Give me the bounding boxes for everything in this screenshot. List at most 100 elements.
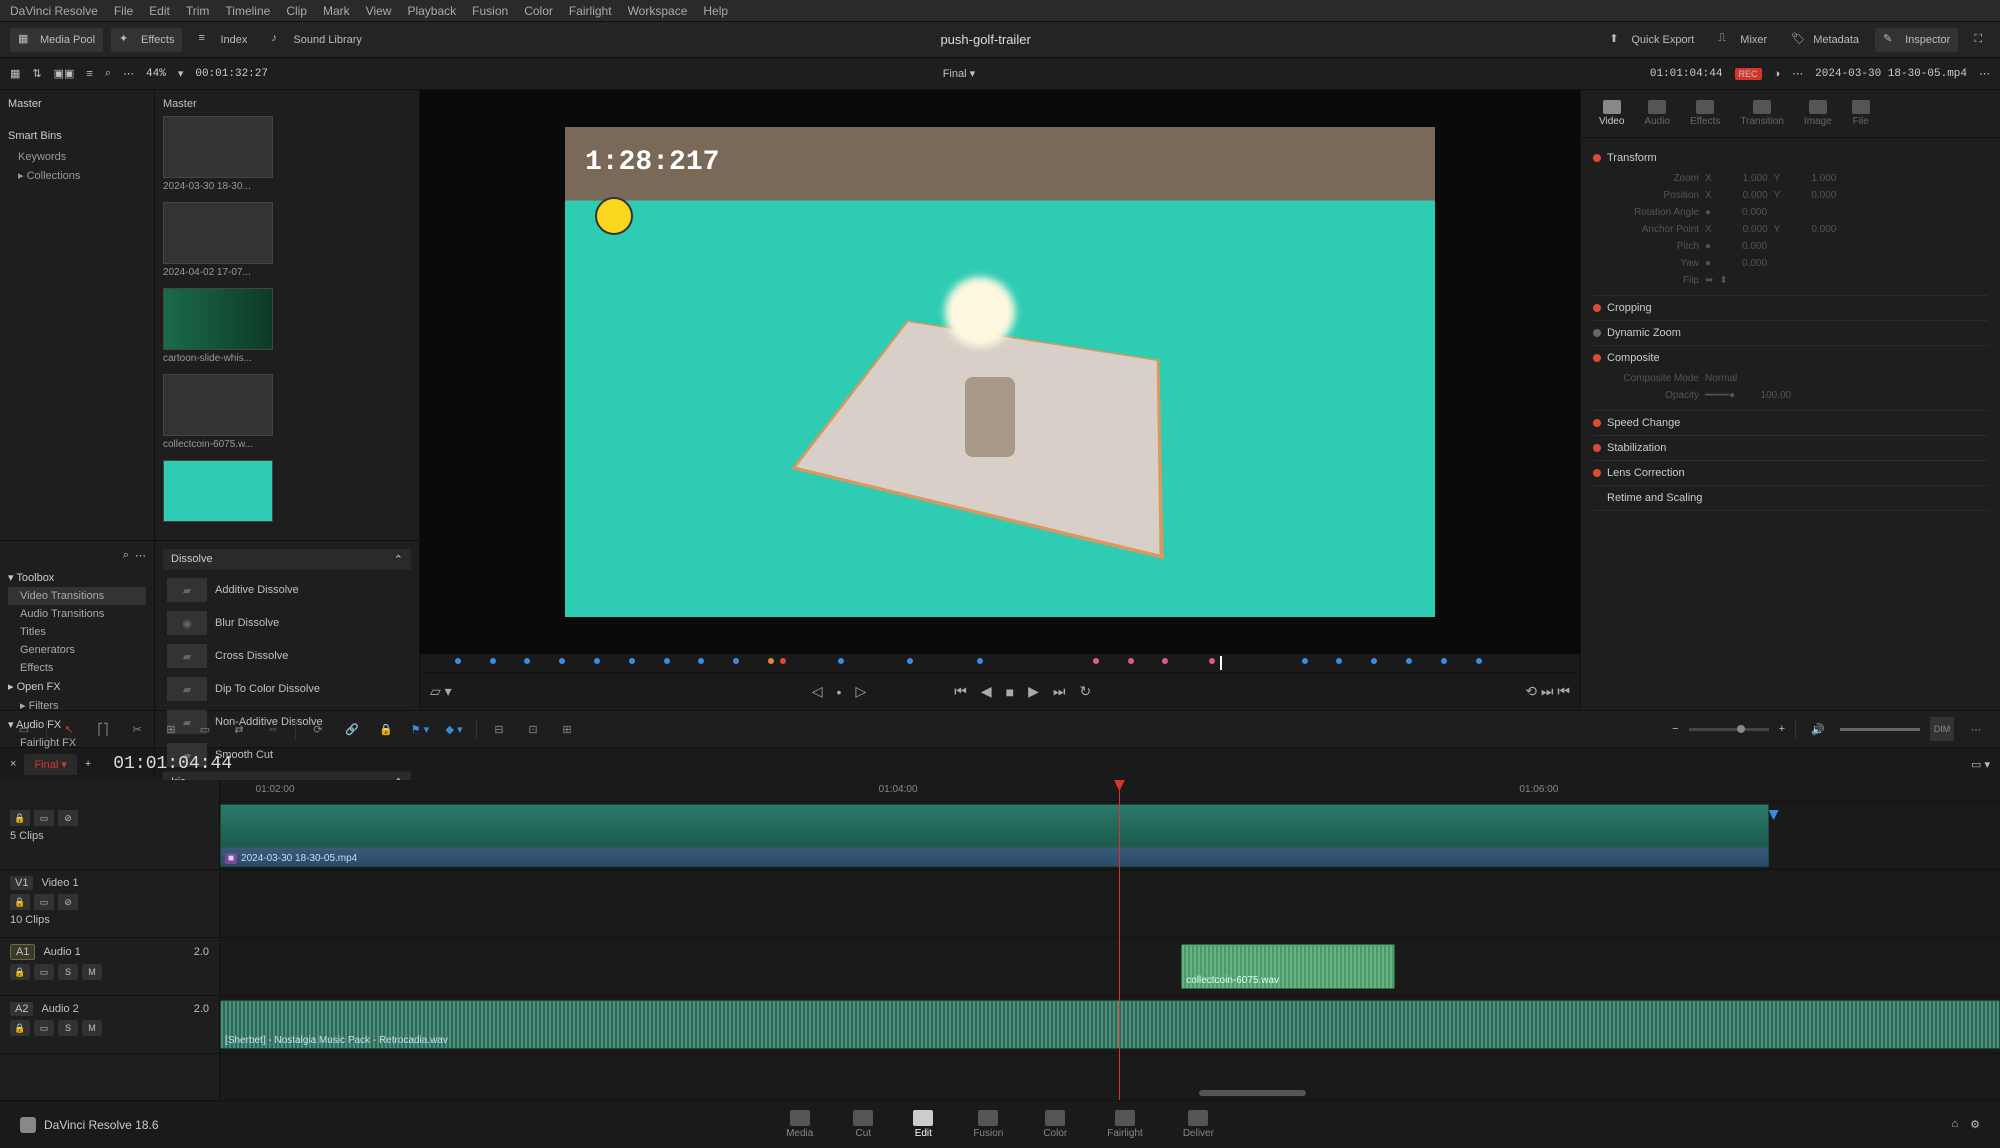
- transform-section[interactable]: Transform: [1593, 152, 1988, 164]
- loop-button[interactable]: ↻: [1079, 683, 1091, 700]
- fx-item[interactable]: ▰Cross Dissolve: [163, 640, 411, 673]
- mute-button[interactable]: 🔊: [1806, 717, 1830, 741]
- menu-view[interactable]: View: [366, 4, 392, 18]
- dim-button[interactable]: DIM: [1930, 717, 1954, 741]
- viewer-options-icon[interactable]: ⋯: [1792, 67, 1803, 80]
- track-header-a1[interactable]: A1Audio 12.0 🔒▭SM: [0, 938, 219, 996]
- quick-export-button[interactable]: ⬆Quick Export: [1601, 28, 1702, 52]
- lens-section[interactable]: Lens Correction: [1593, 467, 1988, 479]
- timeline-scrollbar[interactable]: [1199, 1090, 1306, 1096]
- timeline-menu-button[interactable]: ▭ ▾: [1971, 758, 1990, 771]
- zoom-y-field[interactable]: 1.000: [1786, 173, 1836, 184]
- fx-item[interactable]: ▰Additive Dissolve: [163, 574, 411, 607]
- auto-select-button[interactable]: ▭: [34, 1020, 54, 1036]
- fit-tool[interactable]: ⇔: [261, 717, 285, 741]
- insert-tool[interactable]: ⊞: [159, 717, 183, 741]
- arrow-tool[interactable]: ↖: [57, 717, 81, 741]
- replace-tool[interactable]: ⇄: [227, 717, 251, 741]
- clip-thumb[interactable]: 2024-03-30 18-30...: [163, 116, 411, 192]
- menu-clip[interactable]: Clip: [286, 4, 307, 18]
- rotation-slider[interactable]: ●: [1705, 207, 1711, 218]
- lock-track-button[interactable]: 🔒: [10, 810, 30, 826]
- yaw-slider[interactable]: ●: [1705, 258, 1711, 269]
- lock-track-button[interactable]: 🔒: [10, 1020, 30, 1036]
- pitch-field[interactable]: 0.000: [1717, 241, 1767, 252]
- timeline-tab[interactable]: Final ▾: [24, 754, 76, 775]
- solo-button[interactable]: S: [58, 1020, 78, 1036]
- generators[interactable]: Generators: [8, 641, 146, 659]
- match-frame-button[interactable]: ⟲ ⏭ ⏮: [1525, 683, 1570, 700]
- overwrite-tool[interactable]: ▭: [193, 717, 217, 741]
- media-pool-toggle[interactable]: ▦Media Pool: [10, 28, 103, 52]
- play-button[interactable]: ▶: [1028, 683, 1039, 700]
- video-transitions[interactable]: Video Transitions: [8, 587, 146, 605]
- viewer-mode-dropdown-icon[interactable]: ▾: [970, 68, 976, 80]
- options-icon[interactable]: ⋯: [123, 67, 134, 80]
- zoom-in-button[interactable]: ⊞: [555, 717, 579, 741]
- disable-track-button[interactable]: ⊘: [58, 894, 78, 910]
- retime-section[interactable]: Retime and Scaling: [1593, 492, 1988, 504]
- dissolve-category[interactable]: Dissolve⌃: [163, 549, 411, 570]
- menu-file[interactable]: File: [114, 4, 133, 18]
- retime-button[interactable]: ⟳: [306, 717, 330, 741]
- menu-workspace[interactable]: Workspace: [628, 4, 688, 18]
- effects-sub[interactable]: Effects: [8, 659, 146, 677]
- thumb-view-icon[interactable]: ▣▣: [54, 67, 75, 80]
- toolbox-group[interactable]: ▾ Toolbox: [8, 568, 146, 587]
- disable-track-button[interactable]: ⊘: [58, 810, 78, 826]
- viewer-zoom[interactable]: 44%: [146, 68, 166, 80]
- clip-thumb[interactable]: cartoon-slide-whis...: [163, 288, 411, 364]
- audio-transitions[interactable]: Audio Transitions: [8, 605, 146, 623]
- zoom-slider[interactable]: [1689, 728, 1769, 731]
- inspector-tab-video[interactable]: Video: [1591, 96, 1632, 131]
- inspector-options-icon[interactable]: ⋯: [1979, 67, 1990, 80]
- track-label[interactable]: A1: [10, 944, 35, 960]
- go-last-button[interactable]: ⏭: [1053, 683, 1066, 700]
- flip-h-button[interactable]: ⬌: [1705, 275, 1713, 286]
- menu-playback[interactable]: Playback: [407, 4, 456, 18]
- track-header-a2[interactable]: A2Audio 22.0 🔒▭SM: [0, 996, 219, 1054]
- track-label[interactable]: V1: [10, 876, 33, 890]
- search-icon[interactable]: ⌕: [105, 67, 111, 80]
- fx-search-icon[interactable]: ⌕: [123, 549, 129, 562]
- prev-marker-button[interactable]: •: [837, 684, 842, 700]
- trim-tool[interactable]: ⎡⎤: [91, 717, 115, 741]
- lock-track-button[interactable]: 🔒: [10, 894, 30, 910]
- auto-select-button[interactable]: ▭: [34, 894, 54, 910]
- opacity-field[interactable]: 100.00: [1741, 390, 1791, 401]
- bypass-icon[interactable]: ◑: [1774, 68, 1781, 80]
- inspector-tab-effects[interactable]: Effects: [1682, 96, 1728, 131]
- composite-mode-select[interactable]: Normal: [1705, 373, 1737, 384]
- marker-button[interactable]: ◆ ▾: [442, 717, 466, 741]
- menu-color[interactable]: Color: [524, 4, 553, 18]
- zoom-slider-minus[interactable]: −: [1672, 723, 1678, 735]
- mute-track-button[interactable]: M: [82, 1020, 102, 1036]
- opacity-slider[interactable]: ━━━━●: [1705, 390, 1735, 401]
- go-first-button[interactable]: ⏮: [954, 683, 967, 700]
- prev-edit-button[interactable]: ◁: [812, 683, 823, 700]
- zoom-slider-plus[interactable]: +: [1779, 723, 1785, 735]
- lock-track-button[interactable]: 🔒: [10, 964, 30, 980]
- inspector-toggle[interactable]: ✎Inspector: [1875, 28, 1958, 52]
- smart-bin-keywords[interactable]: Keywords: [8, 148, 146, 166]
- menu-mark[interactable]: Mark: [323, 4, 350, 18]
- track-header-v1[interactable]: V1Video 1 🔒▭⊘ 10 Clips: [0, 870, 219, 938]
- dynamic-zoom-section[interactable]: Dynamic Zoom: [1593, 327, 1988, 339]
- flip-v-button[interactable]: ⬍: [1719, 275, 1727, 286]
- auto-select-button[interactable]: ▭: [34, 810, 54, 826]
- fx-item[interactable]: ◉Blur Dissolve: [163, 607, 411, 640]
- index-toggle[interactable]: ≡Index: [190, 28, 255, 52]
- close-timeline-button[interactable]: ×: [10, 758, 16, 770]
- openfx-group[interactable]: ▸ Open FX: [8, 677, 146, 696]
- transform-overlay-button[interactable]: ▱ ▾: [430, 683, 452, 700]
- speed-section[interactable]: Speed Change: [1593, 417, 1988, 429]
- filters[interactable]: ▸ Filters: [8, 696, 146, 715]
- inspector-tab-image[interactable]: Image: [1796, 96, 1840, 131]
- viewer-markers[interactable]: [420, 654, 1580, 672]
- track-label[interactable]: A2: [10, 1002, 33, 1016]
- composite-section[interactable]: Composite: [1593, 352, 1988, 364]
- menu-timeline[interactable]: Timeline: [225, 4, 270, 18]
- viewer-mode[interactable]: Final: [943, 68, 967, 80]
- timeline-view-button[interactable]: ▭: [12, 717, 36, 741]
- inspector-tab-transition[interactable]: Transition: [1732, 96, 1792, 131]
